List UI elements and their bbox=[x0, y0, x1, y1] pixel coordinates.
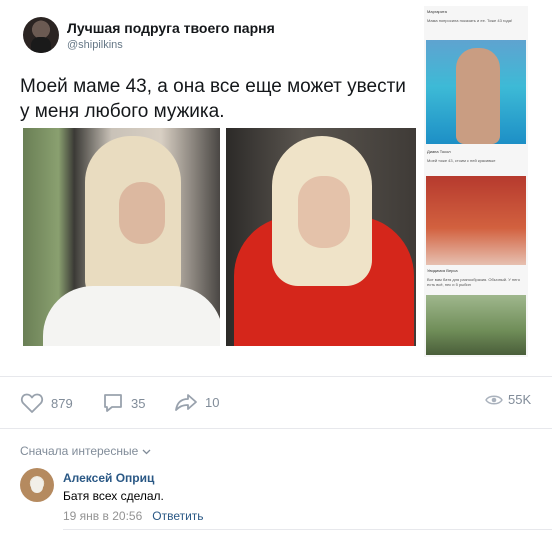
like-button[interactable]: 879 bbox=[20, 392, 73, 414]
side-tile-photo bbox=[426, 295, 526, 355]
views-count: 55K bbox=[508, 392, 532, 407]
side-tile-text: Мама попросила показать и ее. Тоже 43 го… bbox=[427, 18, 513, 23]
side-tile-text: Моей тоже 43, стоим с ней красивые bbox=[427, 158, 496, 163]
share-count: 10 bbox=[205, 394, 220, 410]
side-tile-text: Вот вам батя для разнообразия. Обычный. … bbox=[427, 277, 520, 287]
post-actions: 879 35 10 55K bbox=[0, 380, 552, 424]
share-button[interactable]: 10 bbox=[174, 392, 219, 412]
comment-author[interactable]: Алексей Оприц bbox=[63, 471, 154, 485]
tweet-photo-mother bbox=[226, 128, 416, 346]
share-icon bbox=[174, 392, 198, 412]
like-count: 879 bbox=[51, 395, 73, 411]
divider bbox=[0, 428, 552, 429]
tweet-photo-daughter bbox=[23, 128, 220, 346]
face-shape bbox=[298, 176, 350, 248]
comment-button[interactable]: 35 bbox=[102, 392, 145, 414]
comment-icon bbox=[102, 392, 124, 414]
shirt-shape bbox=[43, 286, 220, 346]
side-tile-header: Маргарита bbox=[427, 9, 447, 14]
face-shape bbox=[119, 182, 165, 244]
comment-count: 35 bbox=[131, 395, 146, 411]
post-card: Лучшая подруга твоего парня @shipilkins … bbox=[0, 0, 552, 539]
views-counter: 55K bbox=[485, 392, 531, 407]
tweet-author-handle: @shipilkins bbox=[67, 39, 123, 51]
tweet-text: Моей маме 43, а она все еще может увести… bbox=[20, 76, 406, 122]
tweet-author-name: Лучшая подруга твоего парня bbox=[67, 20, 275, 36]
tweet-screenshot[interactable]: Лучшая подруга твоего парня @shipilkins … bbox=[10, 6, 420, 358]
side-image-2[interactable]: Диана Тосол Моей тоже 43, стоим с ней кр… bbox=[424, 146, 528, 282]
chevron-down-icon bbox=[142, 444, 151, 458]
side-tile-photo bbox=[426, 40, 526, 144]
reply-link[interactable]: Ответить bbox=[152, 509, 203, 523]
side-tile-header: Диана Тосол bbox=[427, 149, 451, 154]
comment-text: Батя всех сделал. bbox=[63, 489, 164, 503]
tweet-avatar bbox=[23, 17, 59, 53]
divider bbox=[63, 529, 552, 530]
commenter-avatar[interactable] bbox=[20, 468, 54, 502]
sort-label: Сначала интересные bbox=[20, 444, 139, 458]
comment-meta: 19 янв в 20:56 Ответить bbox=[63, 509, 204, 523]
side-image-1[interactable]: Маргарита Мама попросила показать и ее. … bbox=[424, 6, 528, 146]
figure-shape bbox=[456, 48, 500, 144]
side-image-3[interactable]: Увидимся Верса Вот вам батя для разнообр… bbox=[424, 265, 528, 357]
comment-date[interactable]: 19 янв в 20:56 bbox=[63, 509, 142, 523]
heart-icon bbox=[20, 392, 44, 414]
comments-sort-dropdown[interactable]: Сначала интересные bbox=[20, 444, 151, 458]
eye-icon bbox=[485, 394, 503, 406]
side-tile-header: Увидимся Верса bbox=[427, 268, 458, 273]
divider bbox=[0, 376, 552, 377]
